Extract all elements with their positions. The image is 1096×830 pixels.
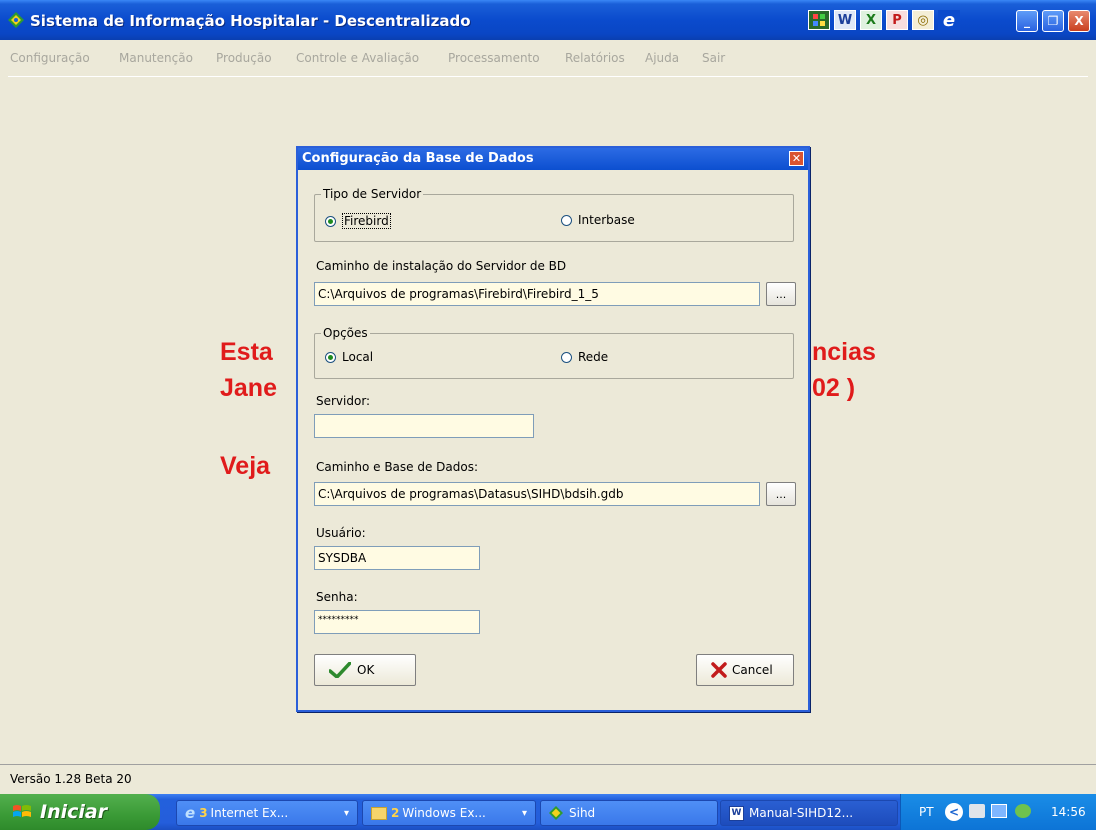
internet-explorer-icon: e — [185, 804, 196, 822]
radio-selected-indicator — [325, 351, 336, 363]
powerpoint-icon[interactable]: P — [886, 10, 908, 30]
windows-logo-icon — [13, 805, 31, 817]
excel-icon[interactable]: X — [860, 10, 882, 30]
background-text-line2-left: Jane — [220, 374, 277, 402]
radio-unselected-indicator — [561, 351, 572, 363]
menu-processamento[interactable]: Processamento — [448, 51, 540, 65]
background-text-line2-right: 02 ) — [812, 374, 856, 402]
word-icon[interactable]: W — [834, 10, 856, 30]
task-sihd[interactable]: Sihd — [540, 800, 718, 826]
menu-manutencao[interactable]: Manutenção — [119, 51, 193, 65]
db-path-label: Caminho e Base de Dados: — [316, 460, 479, 474]
task-windows-explorer[interactable]: 2 Windows Ex... ▾ — [362, 800, 536, 826]
radio-firebird-label: Firebird — [342, 213, 391, 229]
sihd-icon — [549, 806, 563, 820]
options-legend: Opções — [321, 326, 370, 340]
checkmark-icon — [329, 662, 351, 678]
task-manual-sihd[interactable]: W Manual-SIHD12... — [720, 800, 898, 826]
menu-producao[interactable]: Produção — [216, 51, 272, 65]
server-path-browse-button[interactable]: ... — [766, 282, 796, 306]
menu-sair[interactable]: Sair — [702, 51, 725, 65]
options-group: Opções Local Rede — [314, 326, 794, 379]
server-type-legend: Tipo de Servidor — [321, 187, 424, 201]
password-field[interactable]: ********* — [314, 610, 480, 634]
ok-label: OK — [357, 663, 375, 677]
network-icon[interactable] — [991, 804, 1007, 818]
user-field[interactable]: SYSDBA — [314, 546, 480, 570]
radio-interbase[interactable]: Interbase — [561, 213, 635, 227]
radio-rede-label: Rede — [578, 350, 609, 364]
menu-bar: Configuração Manutenção Produção Control… — [0, 40, 1096, 76]
server-field[interactable] — [314, 414, 534, 438]
user-label: Usuário: — [316, 526, 366, 540]
dropdown-arrow-icon: ▾ — [343, 807, 349, 819]
clock: 14:56 — [1051, 805, 1086, 819]
db-path-field[interactable]: C:\Arquivos de programas\Datasus\SIHD\bd… — [314, 482, 760, 506]
server-label: Servidor: — [316, 394, 371, 408]
menu-relatorios[interactable]: Relatórios — [565, 51, 625, 65]
cancel-button[interactable]: Cancel — [696, 654, 794, 686]
background-text-line3-left: Veja — [220, 452, 271, 480]
radio-selected-indicator — [325, 215, 336, 227]
start-button[interactable]: Iniciar — [0, 794, 160, 830]
tray-expand-icon[interactable]: < — [945, 803, 963, 821]
cancel-x-icon — [711, 662, 727, 678]
server-path-label: Caminho de instalação do Servidor de BD — [316, 259, 567, 273]
cancel-label: Cancel — [732, 663, 773, 677]
menu-ajuda[interactable]: Ajuda — [645, 51, 679, 65]
dialog-title-bar[interactable]: Configuração da Base de Dados ✕ — [298, 148, 808, 170]
database-config-dialog: Configuração da Base de Dados ✕ Tipo de … — [296, 146, 810, 712]
security-alert-icon[interactable] — [1015, 804, 1031, 818]
close-button[interactable]: X — [1068, 10, 1090, 32]
printer-icon[interactable] — [969, 804, 985, 818]
start-label: Iniciar — [40, 801, 108, 823]
dropdown-arrow-icon: ▾ — [521, 807, 527, 819]
server-path-field[interactable]: C:\Arquivos de programas\Firebird\Firebi… — [314, 282, 760, 306]
db-path-browse-button[interactable]: ... — [766, 482, 796, 506]
menu-configuracao[interactable]: Configuração — [10, 51, 90, 65]
taskbar: Iniciar e 3 Internet Ex... ▾ 2 Windows E… — [0, 794, 1096, 830]
outlook-icon[interactable]: ◎ — [912, 10, 934, 30]
folder-icon — [371, 806, 387, 820]
dialog-title: Configuração da Base de Dados — [302, 151, 534, 166]
restore-button[interactable]: ❐ — [1042, 10, 1064, 32]
language-indicator[interactable]: PT — [919, 805, 934, 819]
minimize-button[interactable]: _ — [1016, 10, 1038, 32]
word-document-icon: W — [729, 805, 744, 821]
dialog-close-button[interactable]: ✕ — [789, 151, 804, 166]
radio-interbase-label: Interbase — [578, 213, 635, 227]
radio-rede[interactable]: Rede — [561, 350, 608, 364]
app-icon — [8, 12, 24, 28]
task-internet-explorer[interactable]: e 3 Internet Ex... ▾ — [176, 800, 358, 826]
ok-button[interactable]: OK — [314, 654, 416, 686]
background-text-line1-left: Esta — [220, 338, 273, 366]
window-title-bar[interactable]: Sistema de Informação Hospitalar - Desce… — [0, 0, 1096, 40]
status-bar: Versão 1.28 Beta 20 — [0, 764, 1096, 795]
system-tray: PT < 14:56 — [900, 794, 1096, 830]
tile-windows-icon[interactable] — [808, 10, 830, 30]
server-type-group: Tipo de Servidor Firebird Interbase — [314, 187, 794, 242]
menu-controle-avaliacao[interactable]: Controle e Avaliação — [296, 51, 419, 65]
radio-unselected-indicator — [561, 214, 572, 226]
radio-local-label: Local — [342, 350, 374, 364]
window-title: Sistema de Informação Hospitalar - Desce… — [30, 12, 471, 30]
version-label: Versão 1.28 Beta 20 — [10, 772, 132, 786]
background-text-line1-right: ncias — [812, 338, 876, 366]
radio-local[interactable]: Local — [325, 350, 373, 364]
radio-firebird[interactable]: Firebird — [325, 213, 391, 229]
internet-explorer-icon[interactable]: e — [938, 10, 960, 31]
password-label: Senha: — [316, 590, 358, 604]
